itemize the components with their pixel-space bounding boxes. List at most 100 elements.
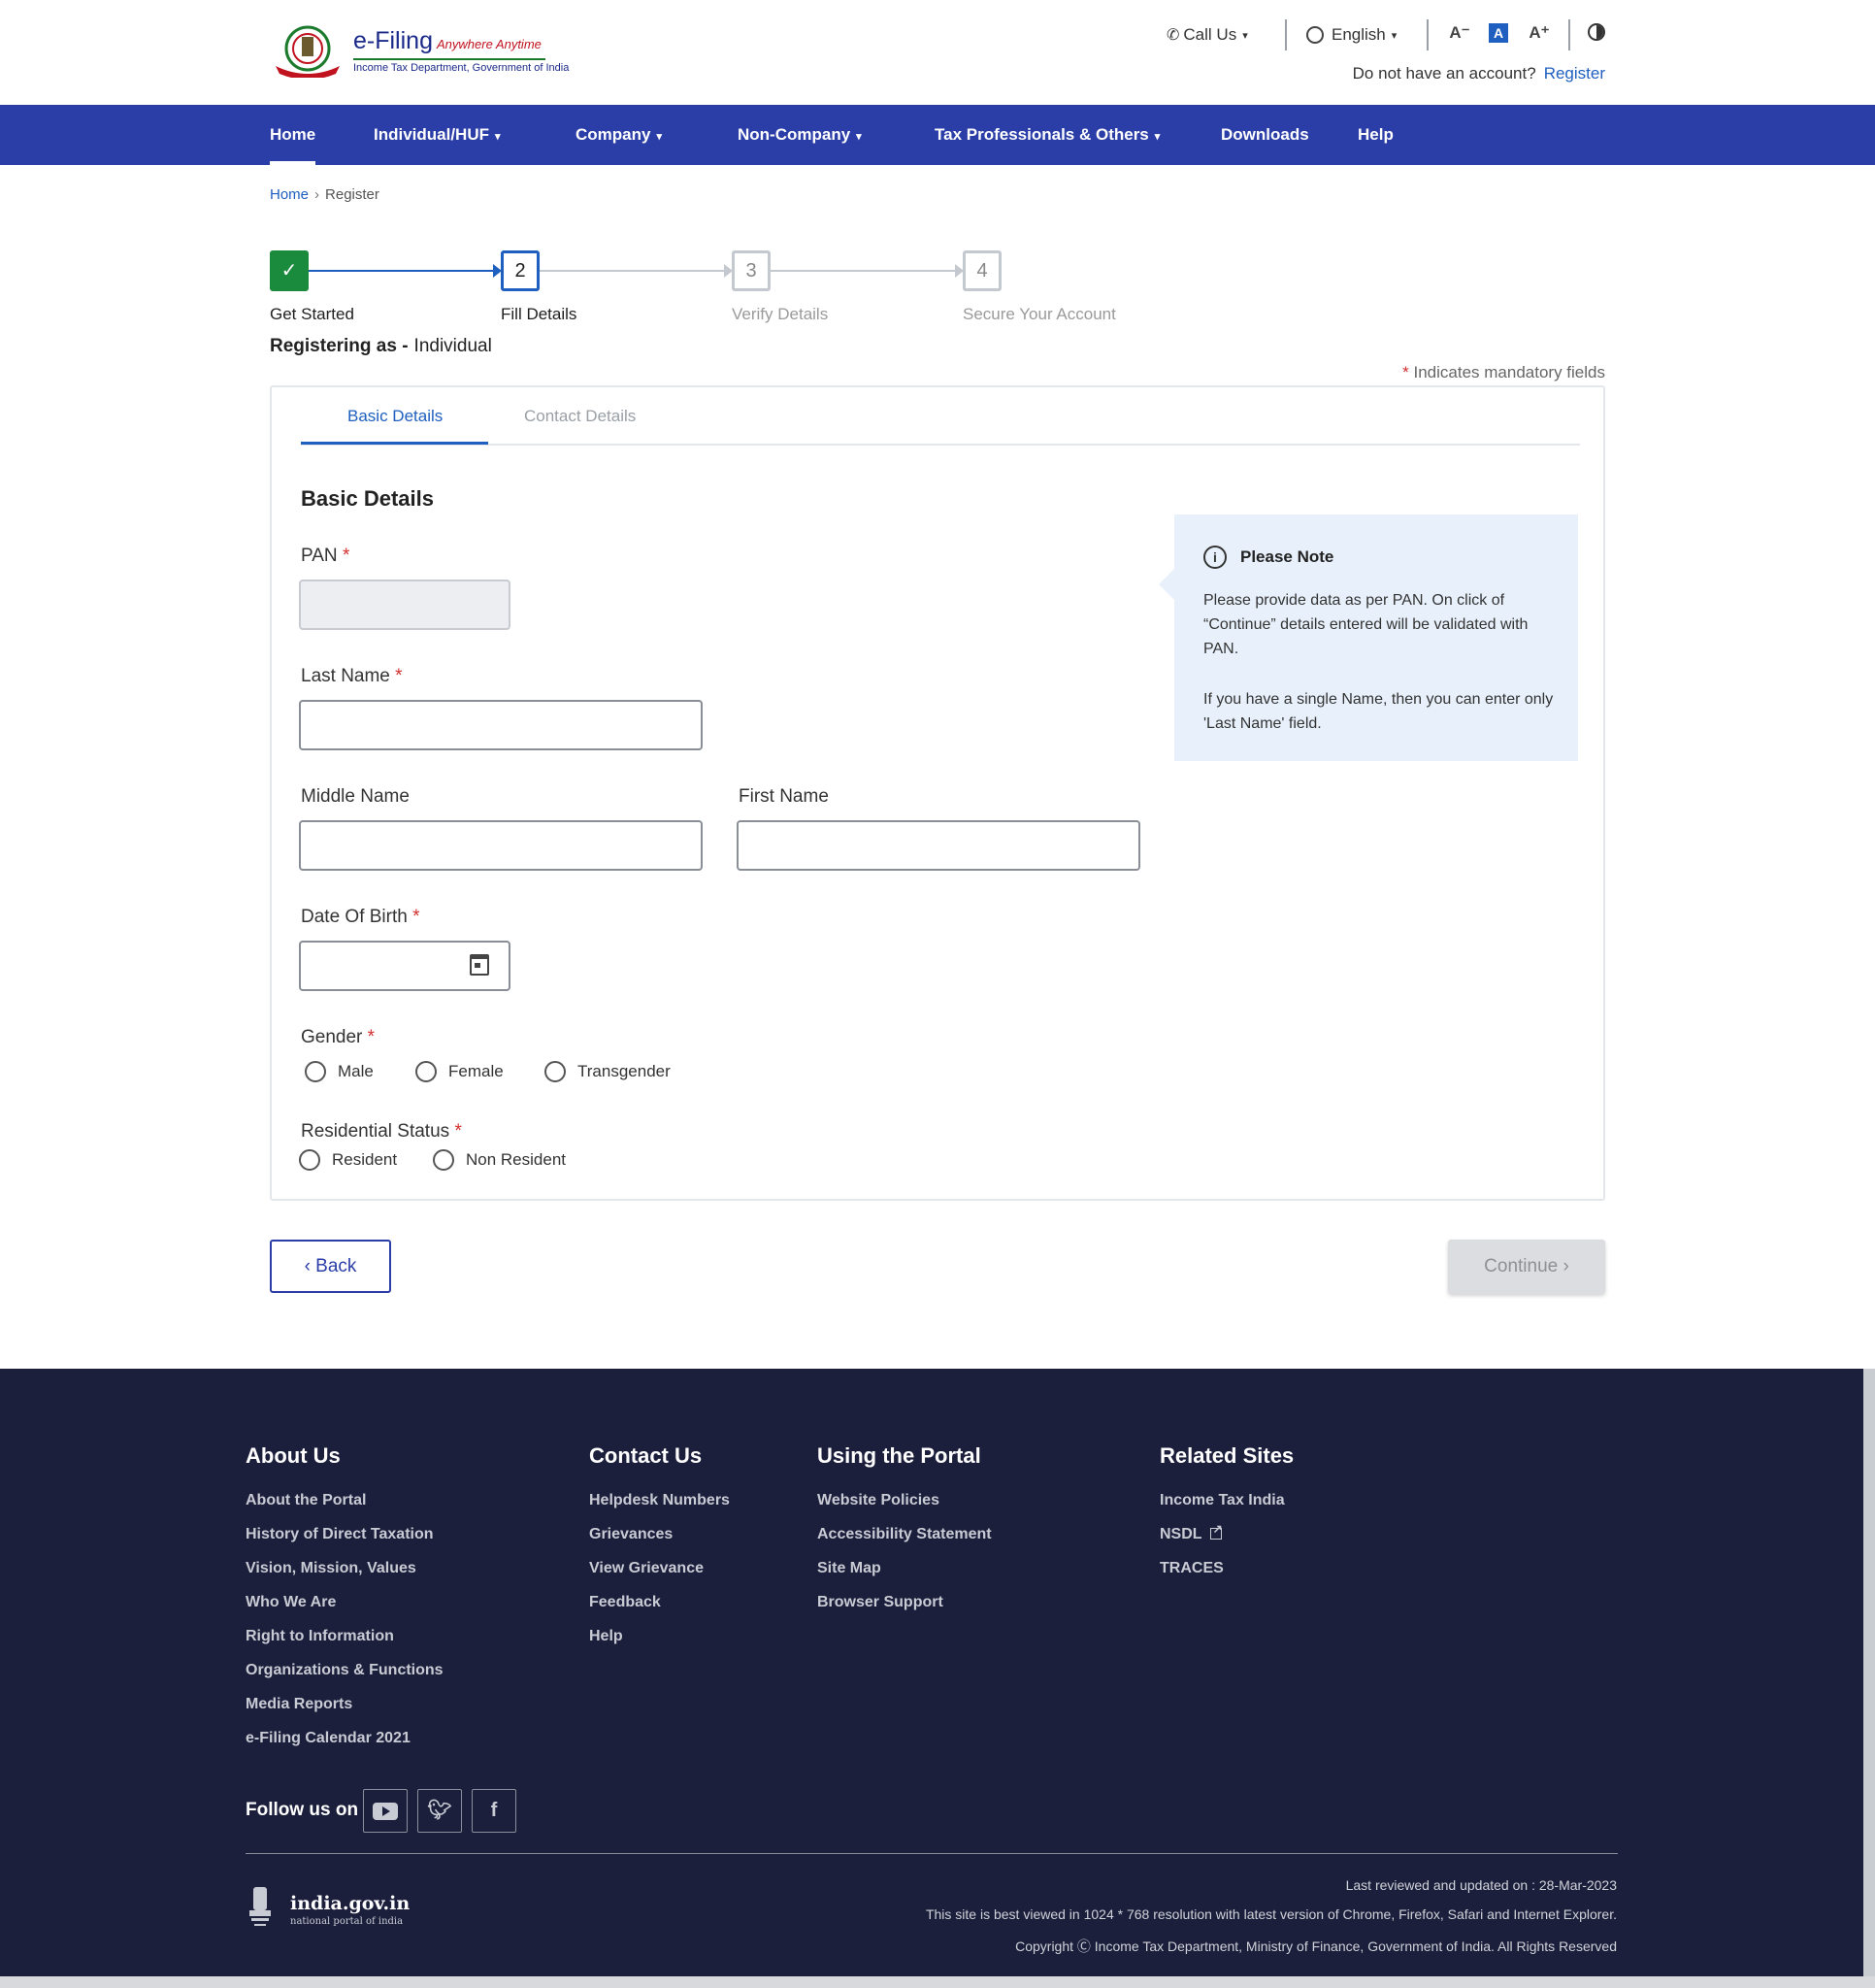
twitter-icon[interactable]: 🐦︎ (417, 1789, 462, 1833)
breadcrumb-home-link[interactable]: Home (270, 186, 309, 203)
middle-name-input[interactable] (299, 820, 703, 871)
nav-label: Tax Professionals & Others (935, 125, 1149, 144)
facebook-icon[interactable]: f (472, 1789, 516, 1833)
footer-link[interactable]: TRACES (1160, 1560, 1224, 1577)
footer-link[interactable]: e-Filing Calendar 2021 (246, 1730, 411, 1747)
footer-link[interactable]: Feedback (589, 1594, 661, 1611)
active-tab-indicator (301, 442, 488, 445)
calendar-icon[interactable] (470, 954, 489, 976)
note-paragraph-2: If you have a single Name, then you can … (1203, 691, 1554, 732)
bottom-strip (0, 1976, 1875, 1988)
required-star: * (454, 1121, 462, 1142)
footer-link[interactable]: History of Direct Taxation (246, 1526, 434, 1543)
nav-non-company[interactable]: Non-Company ▾ (738, 105, 862, 165)
register-link[interactable]: Register (1544, 64, 1605, 83)
footer-link[interactable]: Right to Information (246, 1628, 394, 1645)
contrast-toggle-icon[interactable] (1588, 23, 1605, 41)
chevron-down-icon: ▾ (856, 131, 862, 143)
registration-form-card: Basic Details Contact Details Basic Deta… (270, 385, 1605, 1201)
footer-link-nsdl[interactable]: NSDL (1160, 1522, 1223, 1543)
pan-input[interactable] (299, 580, 510, 630)
dob-label: Date Of Birth * (301, 907, 420, 928)
continue-button[interactable]: Continue › (1448, 1240, 1605, 1294)
chevron-down-icon: ▾ (656, 131, 662, 143)
footer-link[interactable]: Browser Support (817, 1594, 943, 1611)
nav-individual-huf[interactable]: Individual/HUF ▾ (374, 105, 501, 165)
nav-label: Individual/HUF (374, 125, 489, 144)
footer-link[interactable]: Help (589, 1628, 623, 1645)
footer-link[interactable]: Grievances (589, 1526, 673, 1543)
footer-link[interactable]: View Grievance (589, 1560, 704, 1577)
language-dropdown[interactable]: English ▾ (1306, 21, 1397, 49)
step-3-box: 3 (732, 250, 771, 291)
step-2-label: Fill Details (501, 305, 577, 323)
divider (1568, 19, 1570, 50)
nav-company[interactable]: Company ▾ (576, 105, 662, 165)
breadcrumb: Home › Register (270, 186, 379, 203)
header: e-Filing Anywhere Anytime Income Tax Depa… (0, 0, 1875, 105)
radio-circle (299, 1149, 320, 1171)
residential-status-label: Residential Status * (301, 1121, 462, 1143)
footer-link[interactable]: Who We Are (246, 1594, 336, 1611)
nav-downloads[interactable]: Downloads (1221, 105, 1309, 165)
chevron-down-icon: ▾ (1154, 131, 1161, 143)
footer-link[interactable]: Organizations & Functions (246, 1662, 444, 1679)
nav-tax-professionals[interactable]: Tax Professionals & Others ▾ (935, 105, 1160, 165)
gender-label-text: Gender (301, 1027, 363, 1047)
font-decrease-button[interactable]: A⁻ (1448, 21, 1471, 45)
step-1-label: Get Started (270, 305, 354, 323)
brand-rule (353, 58, 545, 60)
non-resident-radio[interactable]: Non Resident (433, 1149, 566, 1171)
youtube-glyph (373, 1802, 398, 1820)
footer-link[interactable]: Helpdesk Numbers (589, 1492, 730, 1509)
scrollbar[interactable] (1863, 1369, 1875, 1978)
dob-input[interactable] (299, 941, 510, 991)
resident-radio[interactable]: Resident (299, 1149, 397, 1171)
best-viewed-note: This site is best viewed in 1024 * 768 r… (925, 1906, 1617, 1922)
registering-as: Registering as - Individual (270, 336, 492, 357)
nav-label: Company (576, 125, 651, 144)
footer-contact-title: Contact Us (589, 1443, 703, 1468)
account-prompt-text: Do not have an account? (1352, 64, 1536, 83)
pan-label-text: PAN (301, 546, 338, 566)
main-nav: Home Individual/HUF ▾ Company ▾ Non-Compan… (0, 105, 1875, 165)
tab-contact-details[interactable]: Contact Details (524, 407, 636, 426)
section-title: Basic Details (301, 486, 434, 511)
gender-female-radio[interactable]: Female (415, 1061, 504, 1082)
first-name-input[interactable] (737, 820, 1140, 871)
footer-link[interactable]: Site Map (817, 1560, 881, 1577)
footer-link-label: NSDL (1160, 1526, 1202, 1542)
gender-transgender-radio[interactable]: Transgender (544, 1061, 671, 1082)
font-normal-button[interactable]: A (1489, 23, 1508, 43)
last-name-input[interactable] (299, 700, 703, 750)
radio-circle (305, 1061, 326, 1082)
radio-circle (433, 1149, 454, 1171)
india-gov-link[interactable]: india.gov.in (290, 1893, 410, 1914)
last-name-label: Last Name * (301, 666, 403, 687)
chevron-down-icon: ▾ (495, 131, 501, 143)
gender-male-radio[interactable]: Male (305, 1061, 374, 1082)
footer-about-title: About Us (246, 1443, 341, 1468)
account-prompt: Do not have an account? Register (1353, 64, 1605, 83)
font-increase-button[interactable]: A⁺ (1528, 21, 1551, 45)
tab-basic-details[interactable]: Basic Details (347, 407, 443, 426)
info-icon: i (1203, 546, 1227, 569)
footer-link[interactable]: Vision, Mission, Values (246, 1560, 416, 1577)
footer-link[interactable]: Accessibility Statement (817, 1526, 992, 1543)
nav-help[interactable]: Help (1358, 105, 1394, 165)
divider (1285, 19, 1287, 50)
footer-divider (246, 1853, 1618, 1854)
youtube-icon[interactable] (363, 1789, 408, 1833)
follow-us-label: Follow us on (246, 1800, 359, 1820)
footer-link[interactable]: About the Portal (246, 1492, 366, 1509)
back-button[interactable]: ‹ Back (270, 1240, 391, 1293)
nav-home[interactable]: Home (270, 105, 316, 165)
step-connector (771, 270, 957, 272)
call-us-dropdown[interactable]: ✆ Call Us ▾ (1167, 21, 1248, 49)
chevron-down-icon: ▾ (1242, 29, 1248, 42)
efiling-logo[interactable]: e-Filing Anywhere Anytime Income Tax Depa… (268, 21, 569, 80)
footer-link[interactable]: Media Reports (246, 1696, 352, 1713)
footer-link[interactable]: Website Policies (817, 1492, 939, 1509)
nav-label: Downloads (1221, 125, 1309, 144)
footer-link[interactable]: Income Tax India (1160, 1492, 1285, 1509)
